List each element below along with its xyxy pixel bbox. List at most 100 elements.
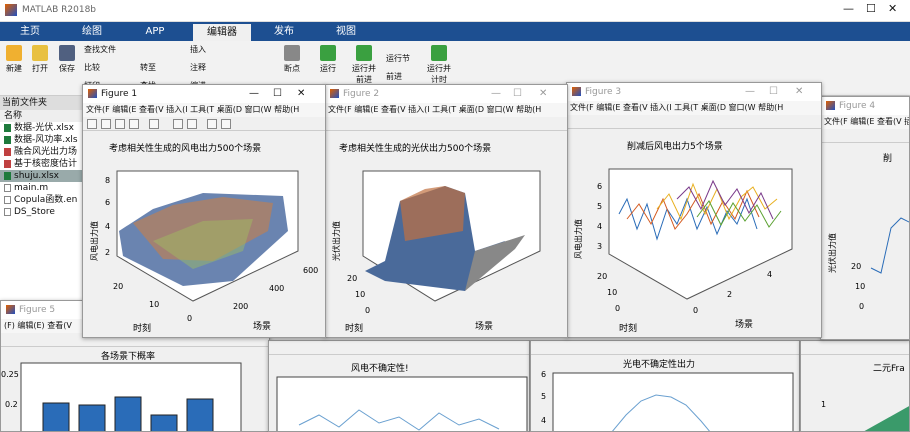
figure-3-plot: 削减后风电出力5个场景 风电出力值 3 4 5 6 20 10 0 时刻 0 2… — [567, 129, 821, 337]
run-time-button[interactable]: 运行并 计时 — [422, 45, 456, 85]
legend-icon[interactable] — [187, 119, 197, 129]
minimize-icon[interactable]: — — [843, 2, 854, 15]
save-icon — [59, 45, 75, 61]
file-item[interactable]: 数据-光伏.xlsx — [0, 122, 91, 134]
new-button[interactable]: 新建 — [2, 45, 26, 74]
m-file-icon — [4, 183, 11, 192]
property-icon[interactable] — [221, 119, 231, 129]
prob-ytick: 0.25 — [1, 370, 19, 379]
fig1-xtick: 600 — [303, 266, 318, 275]
prob-bar — [114, 396, 142, 431]
print-icon[interactable] — [129, 119, 139, 129]
file-item[interactable]: 融合风光出力场 — [0, 146, 91, 158]
fig1-ztick: 4 — [105, 222, 110, 231]
find-file-button[interactable]: 查找文件 — [84, 44, 134, 55]
figure-1-title: Figure 1— ☐ ✕ — [83, 85, 325, 103]
figure-6-plot: 风电不确定性! — [269, 355, 529, 431]
fig2-ytick: 20 — [347, 274, 357, 283]
figure-4-window[interactable]: Figure 4 文件(F 编辑(E 查看(V 插入(I 工具(T 桌面(D 窗… — [820, 96, 910, 340]
fig3-xtick: 4 — [767, 270, 772, 279]
figure-6-window[interactable]: 风电不确定性! — [268, 340, 530, 432]
figure-4-menu[interactable]: 文件(F 编辑(E 查看(V 插入(I 工具(T 桌面(D 窗口(W 帮助(H — [821, 115, 909, 129]
fig3-chart: 削减后风电出力5个场景 风电出力值 3 4 5 6 20 10 0 时刻 0 2… — [573, 140, 793, 334]
tab-apps[interactable]: APP — [135, 22, 175, 41]
fig3-xtick: 2 — [727, 290, 732, 299]
figure-7-window[interactable]: 光电不确定性出力 6 5 4 — [530, 340, 800, 432]
new-figure-icon[interactable] — [87, 119, 97, 129]
fig2-chart: 考虑相关性生成的光伏出力500个场景 光伏出力值 20 10 0 时刻 场景 — [331, 142, 541, 334]
pv-uncertainty-title: 光电不确定性出力 — [623, 358, 695, 370]
file-item[interactable]: 数据-风功率.xls — [0, 134, 91, 146]
fig3-ztick: 6 — [597, 182, 602, 191]
figure-1-window[interactable]: Figure 1— ☐ ✕ 文件(F 编辑(E 查看(V 插入(I 工具(T 桌面(… — [82, 84, 326, 338]
goto-button[interactable]: 转至 — [140, 62, 180, 73]
figure-3-window[interactable]: Figure 3— ☐ ✕ 文件(F 编辑(E 查看(V 插入(I 工具(T 桌面(… — [566, 82, 822, 338]
save-button[interactable]: 保存 — [55, 45, 79, 74]
copula-ytick: 1 — [821, 400, 826, 409]
file-item[interactable]: shuju.xlsx — [0, 170, 91, 182]
run-advance-button[interactable]: 运行并 前进 — [347, 45, 381, 85]
excel-icon — [4, 159, 11, 168]
excel-icon — [4, 171, 11, 180]
fig1-xtick: 400 — [269, 284, 284, 293]
figure-2-window[interactable]: Figure 2— ☐ ✕ 文件(F 编辑(E 查看(V 插入(I 工具(T 桌面(… — [324, 84, 568, 338]
pv-ytick: 5 — [541, 392, 546, 401]
fig1-ylabel: 时刻 — [133, 322, 151, 334]
compare-button[interactable]: 比较 — [84, 62, 124, 73]
run-time-icon — [431, 45, 447, 61]
comment-button[interactable]: 注释 — [190, 62, 220, 73]
file-item[interactable]: 基于核密度估计 — [0, 158, 91, 170]
close-icon[interactable]: ✕ — [888, 2, 897, 15]
fig3-zlabel: 风电出力值 — [573, 219, 583, 259]
fig3-xtick: 0 — [693, 306, 698, 315]
fig3-ytick: 20 — [597, 272, 607, 281]
prob-bar — [150, 414, 178, 431]
figure-8-window[interactable]: 二元Fra 1 — [800, 340, 910, 432]
tab-editor[interactable]: 编辑器 — [193, 24, 251, 41]
file-item[interactable]: Copula函数.en — [0, 194, 91, 206]
matlab-logo-icon — [5, 4, 17, 16]
title-bar: MATLAB R2018b — ☐ ✕ — [0, 0, 910, 22]
fig4-plot-title: 削 — [883, 152, 892, 164]
tab-home[interactable]: 主页 — [10, 22, 50, 41]
colorbar-icon[interactable] — [173, 119, 183, 129]
run-section-button[interactable]: 运行节 — [386, 53, 426, 64]
tab-publish[interactable]: 发布 — [264, 22, 304, 41]
fig3-plot-title: 削减后风电出力5个场景 — [627, 140, 723, 152]
figure-1-menu[interactable]: 文件(F 编辑(E 查看(V 插入(I 工具(T 桌面(D 窗口(W 帮助(H — [83, 103, 325, 117]
run-button[interactable]: 运行 — [314, 45, 342, 74]
figure-1-plot: 考虑相关性生成的风电出力500个场景 风电出力值 2 4 6 8 20 10 0… — [83, 131, 325, 337]
excel-icon — [4, 147, 11, 156]
pointer-icon[interactable] — [207, 119, 217, 129]
minimize-icon[interactable]: — — [249, 85, 259, 103]
open-button[interactable]: 打开 — [28, 45, 52, 74]
advance-button[interactable]: 前进 — [386, 71, 426, 82]
figure-2-title: Figure 2— ☐ ✕ — [325, 85, 567, 103]
tab-view[interactable]: 视图 — [326, 22, 366, 41]
doc-icon — [4, 207, 11, 216]
file-item[interactable]: DS_Store — [0, 206, 91, 218]
insert-button[interactable]: 插入 — [190, 44, 220, 55]
name-column-header[interactable]: 名称 — [0, 110, 91, 122]
breakpoint-button[interactable]: 断点 — [278, 45, 306, 74]
new-icon — [6, 45, 22, 61]
excel-icon — [4, 135, 11, 144]
maximize-icon[interactable]: ☐ — [866, 2, 876, 15]
file-item[interactable]: main.m — [0, 182, 91, 194]
open-icon[interactable] — [101, 119, 111, 129]
run-advance-icon — [356, 45, 372, 61]
figure-8-plot: 二元Fra 1 — [801, 355, 909, 431]
maximize-icon[interactable]: ☐ — [273, 85, 282, 103]
tab-plots[interactable]: 绘图 — [72, 22, 112, 41]
figure-1-toolbar — [83, 117, 325, 131]
close-icon[interactable]: ✕ — [297, 85, 305, 103]
fig1-ytick: 20 — [113, 282, 123, 291]
fig3-axes — [608, 168, 793, 300]
app-title: MATLAB R2018b — [22, 5, 97, 15]
figure-2-menu[interactable]: 文件(F 编辑(E 查看(V 插入(I 工具(T 桌面(D 窗口(W 帮助(H — [325, 103, 567, 117]
zoom-icon[interactable] — [149, 119, 159, 129]
ribbon-tabs: 主页 绘图 APP 编辑器 发布 视图 — [0, 22, 910, 41]
figure-3-menu[interactable]: 文件(F 编辑(E 查看(V 插入(I 工具(T 桌面(D 窗口(W 帮助(H — [567, 101, 821, 115]
figure-4-title: Figure 4 — [821, 97, 909, 115]
save-icon[interactable] — [115, 119, 125, 129]
